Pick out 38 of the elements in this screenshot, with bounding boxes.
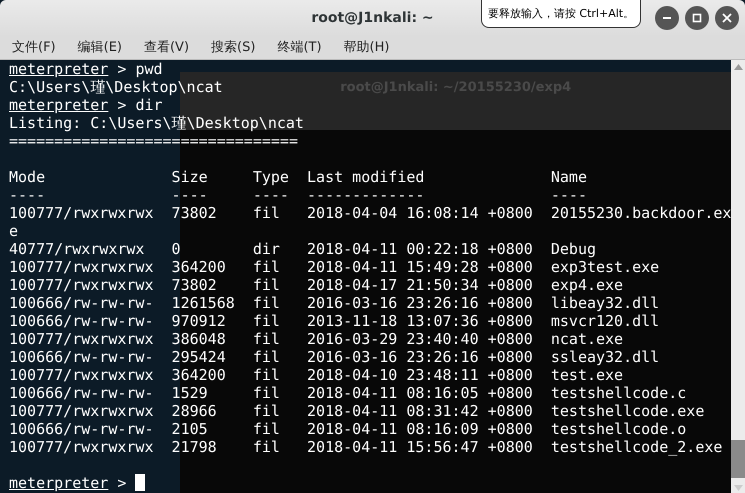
prompt-line: meterpreter > xyxy=(9,474,146,492)
terminal-line: Listing: C:\Users\瑾\Desktop\ncat xyxy=(9,114,304,132)
minimize-button[interactable] xyxy=(655,6,679,30)
terminal-line: 100777/rwxrwxrwx 73802 fil 2018-04-04 16:08:14 +0800 20155230.backdoor.ex xyxy=(9,204,732,222)
menu-item[interactable]: 搜索(S) xyxy=(207,38,260,56)
terminal-line: 100666/rw-rw-rw- 2105 fil 2018-04-11 08:16:09 +0800 testshellcode.o xyxy=(9,420,686,438)
tooltip: 要释放输入，请按 Ctrl+Alt。 xyxy=(481,0,641,28)
terminal-line: 100666/rw-rw-rw- 970912 fil 2013-11-18 13:07:36 +0800 msvcr120.dll xyxy=(9,312,660,330)
close-button[interactable] xyxy=(715,6,739,30)
terminal-line: ---- ---- ---- ------------- ---- xyxy=(9,186,587,204)
scroll-up-icon[interactable] xyxy=(734,64,743,70)
terminal-line: 100666/rw-rw-rw- 1261568 fil 2016-03-16 23:26:16 +0800 libeay32.dll xyxy=(9,294,660,312)
window-title: root@J1nkali: ~ xyxy=(311,10,434,26)
prompt-line: meterpreter > pwd xyxy=(9,60,163,78)
menu-item[interactable]: 文件(F) xyxy=(8,38,60,56)
terminal-line: 100777/rwxrwxrwx 21798 fil 2018-04-11 15:56:47 +0800 testshellcode_2.exe xyxy=(9,438,722,456)
menu-item[interactable]: 编辑(E) xyxy=(74,38,126,56)
terminal-line: Mode Size Type Last modified Name xyxy=(9,168,587,186)
menu-item[interactable]: 帮助(H) xyxy=(340,38,394,56)
terminal-line: e xyxy=(9,222,18,240)
terminal-line: C:\Users\瑾\Desktop\ncat xyxy=(9,78,223,96)
scrollbar-thumb[interactable] xyxy=(731,440,745,478)
prompt-line: meterpreter > dir xyxy=(9,96,163,114)
menu-item[interactable]: 查看(V) xyxy=(140,38,194,56)
close-icon xyxy=(722,13,732,23)
terminal-line: ================================ xyxy=(9,132,298,150)
terminal-line: 100666/rw-rw-rw- 1529 fil 2018-04-11 08:16:05 +0800 testshellcode.c xyxy=(9,384,686,402)
menu-item[interactable]: 终端(T) xyxy=(273,38,326,56)
terminal-line: 100777/rwxrwxrwx 386048 fil 2016-03-29 23:40:40 +0800 ncat.exe xyxy=(9,330,624,348)
terminal-line: 100777/rwxrwxrwx 364200 fil 2018-04-11 15:49:28 +0800 exp3test.exe xyxy=(9,258,660,276)
terminal-line: 100666/rw-rw-rw- 295424 fil 2016-03-16 23:26:16 +0800 ssleay32.dll xyxy=(9,348,660,366)
terminal-line: 100777/rwxrwxrwx 28966 fil 2018-04-11 08:31:42 +0800 testshellcode.exe xyxy=(9,402,704,420)
maximize-button[interactable] xyxy=(685,6,709,30)
terminal-line: 100777/rwxrwxrwx 73802 fil 2018-04-17 21:50:34 +0800 exp4.exe xyxy=(9,276,624,294)
maximize-icon xyxy=(692,13,702,23)
terminal-line: 100777/rwxrwxrwx 364200 fil 2018-04-10 23:48:11 +0800 test.exe xyxy=(9,366,624,384)
scrollbar[interactable] xyxy=(731,60,745,493)
terminal-line: 40777/rwxrwxrwx 0 dir 2018-04-11 00:22:18 +0800 Debug xyxy=(9,240,596,258)
